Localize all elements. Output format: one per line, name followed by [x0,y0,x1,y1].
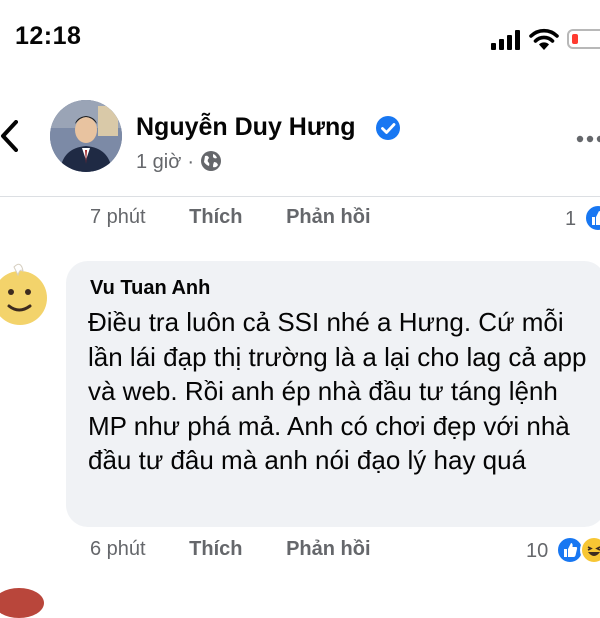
previous-comment-actions: 7 phút Thích Phản hồi [90,206,409,236]
post-time: 1 giờ [136,151,182,173]
next-commenter-avatar[interactable] [0,588,44,618]
comment-text: Điều tra luôn cả SSI nhé a Hưng. Cứ mỗi … [88,307,587,475]
post-header: Nguyễn Duy Hưng 1 giờ · [0,90,600,190]
commenter-name[interactable]: Vu Tuan Anh [90,277,210,300]
cellular-signal-icon [491,30,520,50]
comment-like-button[interactable]: Thích [189,538,242,560]
previous-reaction-count[interactable]: 1 [565,208,576,231]
post-meta: 1 giờ · [136,150,222,174]
header-divider [0,196,600,197]
previous-comment-time: 7 phút [90,206,146,228]
battery-level [572,34,578,44]
post-author-name[interactable]: Nguyễn Duy Hưng [136,113,356,142]
wifi-icon [529,28,559,50]
commenter-avatar[interactable] [0,262,54,328]
like-icon [584,204,600,232]
author-avatar[interactable] [50,100,122,172]
back-arrow-icon[interactable] [0,120,18,152]
meta-separator: · [187,151,195,173]
more-options-icon[interactable] [576,135,600,143]
battery-icon [567,29,600,49]
previous-reply-button[interactable]: Phản hồi [286,206,370,228]
comment-time: 6 phút [90,538,146,560]
comment-actions: 6 phút Thích Phản hồi [90,538,409,568]
haha-icon [580,536,600,564]
status-bar: 12:18 [0,0,600,80]
previous-like-button[interactable]: Thích [189,206,242,228]
globe-icon [201,151,222,171]
verified-badge-icon [376,116,400,140]
comment-reply-button[interactable]: Phản hồi [286,538,370,560]
comment-bubble[interactable]: Vu Tuan Anh Điều tra luôn cả SSI nhé a H… [66,261,600,527]
comment-reaction-count[interactable]: 10 [526,540,548,563]
status-time: 12:18 [15,22,82,50]
